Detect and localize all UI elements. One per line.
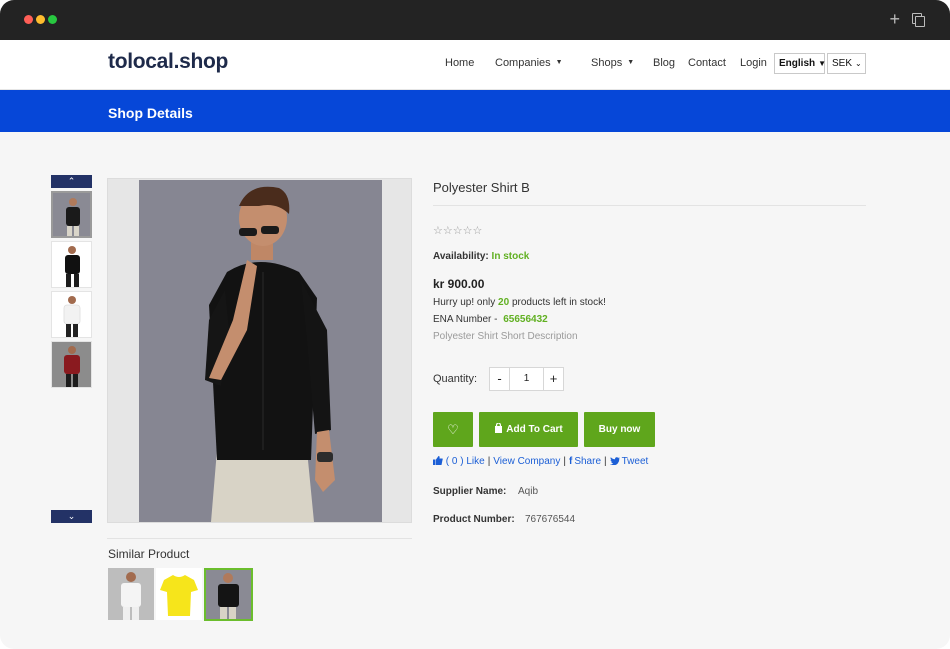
nav-companies-label: Companies [495, 57, 551, 69]
tweet-link[interactable]: Tweet [622, 456, 649, 467]
quantity-decrease-button[interactable]: - [489, 367, 510, 391]
shirt-thumbnail-image [53, 193, 90, 236]
main-product-image-frame [107, 178, 412, 523]
separator: | [604, 456, 607, 467]
view-company-link[interactable]: View Company [493, 456, 560, 467]
new-tab-plus-icon[interactable]: + [889, 9, 900, 29]
stock-count: 20 [498, 297, 510, 308]
separator: | [487, 456, 491, 467]
supplier-label: Supplier Name: [433, 486, 507, 497]
language-value: English [779, 58, 816, 69]
separator: | [563, 456, 566, 467]
nav-shops-link[interactable]: Shops ▼ [591, 57, 634, 69]
stock-notice-prefix: Hurry up! only [433, 297, 496, 308]
nav-blog-link[interactable]: Blog [653, 57, 675, 69]
ena-row: ENA Number - 65656432 [433, 314, 548, 325]
page-title: Shop Details [108, 105, 193, 121]
shirt-thumbnail-image [52, 342, 91, 387]
similar-product-3[interactable] [204, 568, 253, 621]
product-price: kr 900.00 [433, 277, 485, 291]
share-link[interactable]: Share [574, 456, 601, 467]
language-select[interactable]: English ▼ [774, 53, 827, 74]
thumbnail-1[interactable] [51, 191, 92, 238]
site-logo[interactable]: tolocal.shop [108, 50, 228, 74]
caret-down-icon: ▼ [627, 59, 635, 66]
browser-window: + tolocal.shop Home Companies ▼ Shops ▼ Bl… [0, 0, 950, 649]
quantity-input[interactable]: 1 [510, 367, 543, 391]
thumbnail-4[interactable] [51, 341, 92, 388]
black-shirt-image [206, 570, 251, 619]
main-product-image[interactable] [139, 180, 382, 522]
nav-home-link[interactable]: Home [445, 57, 474, 69]
social-links-row: ( 0 ) Like | View Company | f Share | Tweet [433, 456, 648, 467]
chevron-down-icon: ⌄ [855, 59, 862, 68]
quantity-increase-button[interactable]: + [543, 367, 564, 391]
currency-select[interactable]: SEK ⌄ [827, 53, 866, 74]
availability-value: In stock [491, 251, 530, 262]
product-number-value: 767676544 [525, 514, 576, 525]
short-description: Polyester Shirt Short Description [433, 331, 578, 342]
browser-titlebar: + [0, 0, 950, 40]
maximize-window-dot[interactable] [48, 15, 57, 24]
availability-label: Availability: [433, 251, 489, 262]
nav-login-link[interactable]: Login [740, 57, 767, 69]
page-banner: Shop Details [0, 90, 950, 132]
supplier-value: Aqib [518, 486, 539, 497]
yellow-tshirt-image [156, 568, 202, 620]
add-to-cart-label: Add To Cart [506, 424, 563, 435]
stock-notice: Hurry up! only 20 products left in stock… [433, 297, 606, 308]
thumbnail-2[interactable] [51, 241, 92, 288]
heart-icon: ♡ [447, 422, 459, 437]
ena-label: ENA Number - [433, 314, 498, 325]
twitter-icon [609, 457, 620, 466]
nav-contact-link[interactable]: Contact [688, 57, 726, 69]
rating-stars-icon[interactable]: ☆☆☆☆☆ [433, 224, 482, 237]
thumbnail-3[interactable] [51, 291, 92, 338]
minimize-window-dot[interactable] [36, 15, 45, 24]
product-title: Polyester Shirt B [433, 180, 530, 195]
buy-now-button[interactable]: Buy now [584, 412, 655, 447]
site-navbar: tolocal.shop Home Companies ▼ Shops ▼ Blog… [0, 40, 950, 90]
similar-divider [107, 538, 412, 539]
thumb-scroll-up-button[interactable]: ⌃ [51, 175, 92, 188]
availability-row: Availability: In stock [433, 251, 529, 262]
shopping-bag-icon [495, 422, 503, 433]
similar-product-1[interactable] [108, 568, 154, 620]
nav-shops-label: Shops [591, 57, 623, 69]
wishlist-button[interactable]: ♡ [433, 412, 473, 447]
title-divider [433, 205, 866, 206]
stock-notice-suffix: products left in stock! [511, 297, 606, 308]
model-in-black-shirt-image [139, 180, 382, 522]
thumbs-up-icon [433, 456, 443, 465]
currency-value: SEK [832, 58, 853, 69]
nav-companies-link[interactable]: Companies ▼ [495, 57, 563, 69]
shirt-thumbnail-image [52, 242, 91, 287]
copy-icon[interactable] [912, 13, 925, 27]
facebook-icon: f [568, 456, 573, 467]
dropdown-arrow-icon: ▼ [818, 59, 827, 68]
thumb-scroll-down-button[interactable]: ⌄ [51, 510, 92, 523]
product-number-label: Product Number: [433, 514, 515, 525]
add-to-cart-button[interactable]: Add To Cart [479, 412, 578, 447]
close-window-dot[interactable] [24, 15, 33, 24]
caret-down-icon: ▼ [555, 59, 563, 66]
similar-product-2[interactable] [156, 568, 202, 620]
shirt-thumbnail-image [52, 292, 91, 337]
ena-value: 65656432 [503, 314, 548, 325]
quantity-label: Quantity: [433, 373, 478, 385]
similar-products-heading: Similar Product [108, 547, 190, 561]
like-link[interactable]: ( 0 ) Like [446, 456, 485, 467]
white-shirt-image [108, 568, 154, 620]
